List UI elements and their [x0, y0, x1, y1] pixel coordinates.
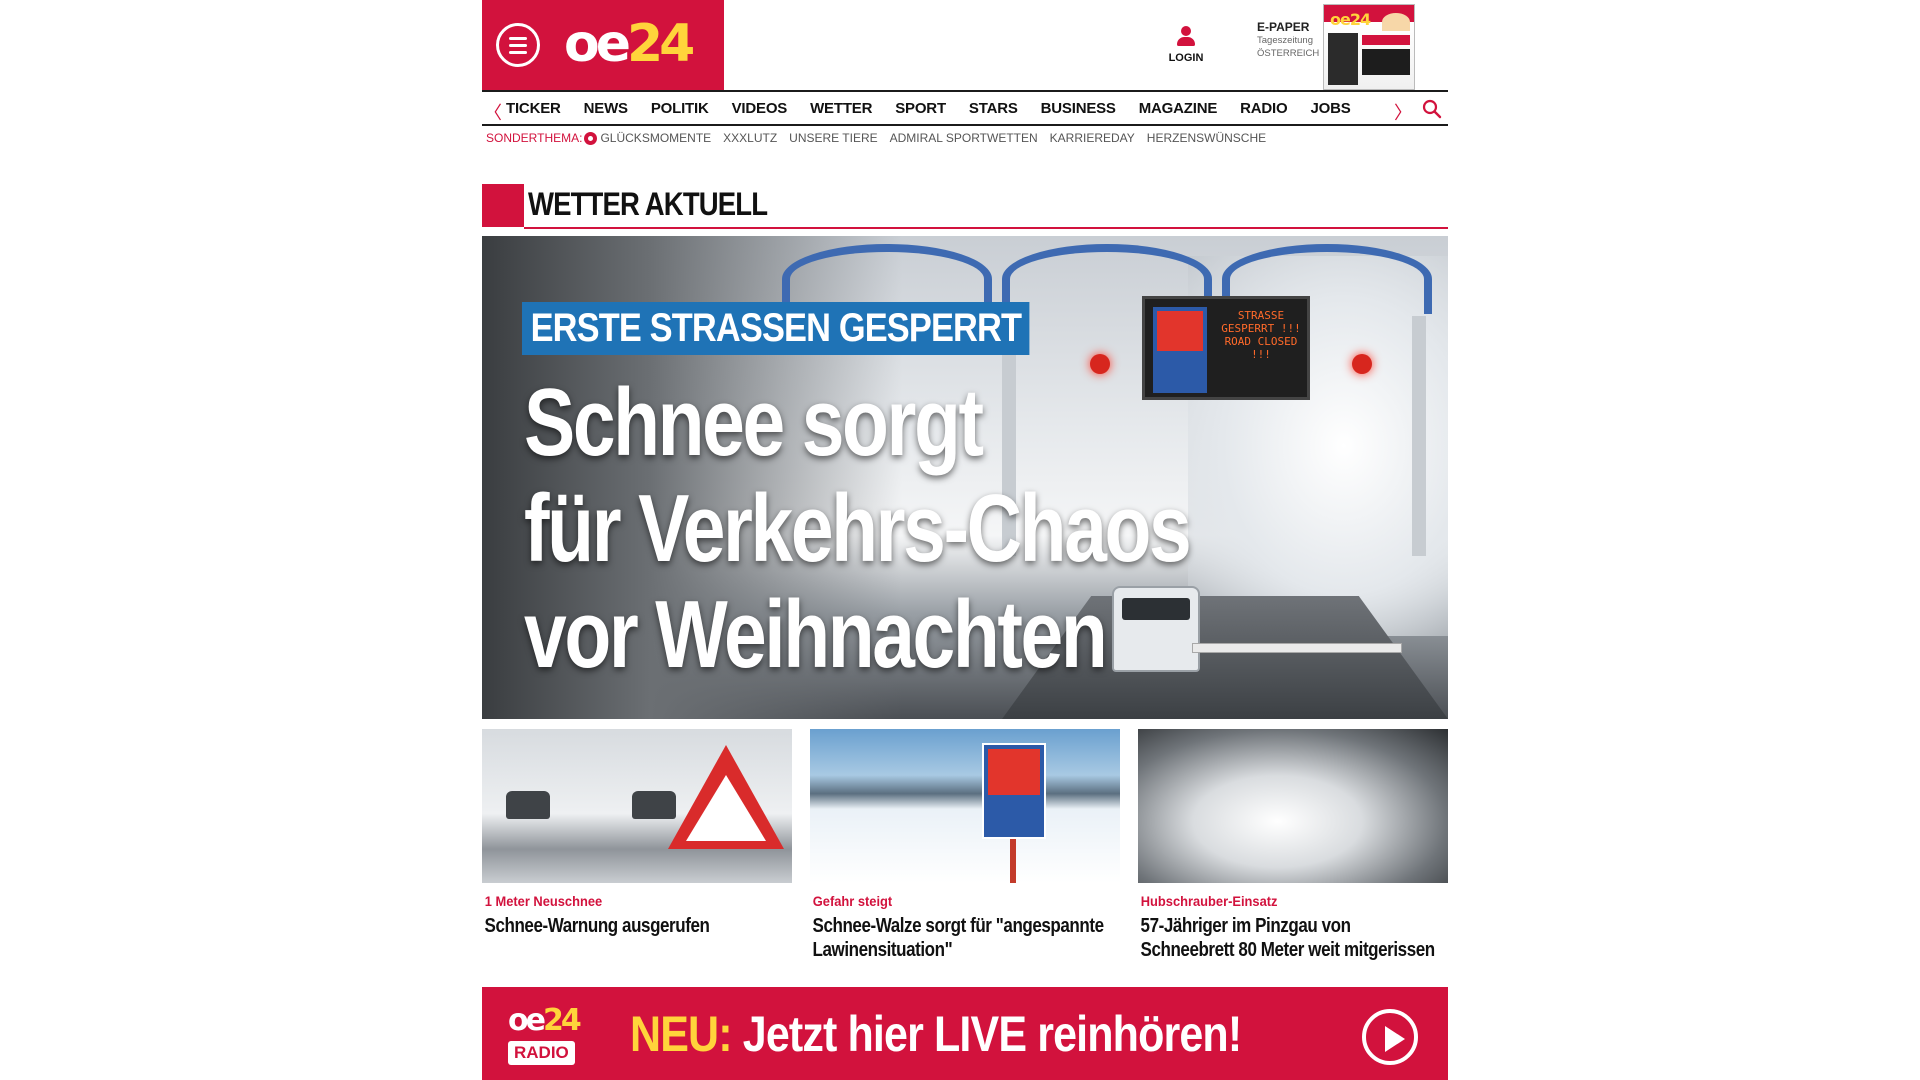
search-icon[interactable]: [1422, 99, 1442, 119]
nav-item-stars[interactable]: STARS: [969, 100, 1018, 117]
avalanche-warning-sign-icon: [982, 743, 1046, 839]
user-icon: [1176, 26, 1196, 48]
section-title[interactable]: WETTER AKTUELL: [528, 186, 768, 223]
radio-logo-oe: oe: [508, 1003, 546, 1038]
nav-item-ticker[interactable]: TICKER: [506, 100, 561, 117]
hero-image-barrier: [1192, 643, 1402, 653]
nav-item-business[interactable]: BUSINESS: [1041, 100, 1116, 117]
nav-item-magazine[interactable]: MAGAZINE: [1139, 100, 1218, 117]
teaser-title[interactable]: 57-Jähriger im Pinzgau von Schneebrett 8…: [1138, 914, 1444, 962]
special-topics-bar: SONDERTHEMA: GLÜCKSMOMENTE XXXLUTZ UNSER…: [482, 128, 1448, 148]
radio-banner[interactable]: oe24 RADIO NEU: Jetzt hier LIVE reinhöre…: [482, 987, 1448, 1080]
special-topic-label: SONDERTHEMA:: [486, 131, 583, 145]
epaper-link[interactable]: E-PAPER Tageszeitung ÖSTERREICH: [1257, 20, 1327, 60]
epaper-subtitle: Tageszeitung: [1257, 35, 1313, 46]
page: oe24 LOGIN E-PAPER Tageszeitung ÖSTERREI…: [482, 0, 1448, 1080]
epaper-title: E-PAPER: [1257, 20, 1310, 34]
special-topic-herzenswuensche[interactable]: HERZENSWÜNSCHE: [1147, 131, 1266, 145]
special-topic-gluecksmomente[interactable]: GLÜCKSMOMENTE: [600, 131, 711, 145]
epaper-cover-thumbnail[interactable]: oe24: [1323, 4, 1415, 90]
hero-kicker[interactable]: ERSTE STRASSEN GESPERRT: [522, 302, 1030, 355]
teaser-card[interactable]: Gefahr steigt Schnee-Walze sorgt für "an…: [810, 729, 1120, 962]
nav-scroll-right-icon[interactable]: 〉: [1394, 99, 1412, 125]
hero-headline-line: Schnee sorgt: [524, 369, 984, 476]
site-logo[interactable]: oe24: [564, 14, 695, 74]
nav-item-news[interactable]: NEWS: [584, 100, 628, 117]
special-topic-unsere-tiere[interactable]: UNSERE TIERE: [789, 131, 877, 145]
teaser-row: 1 Meter Neuschnee Schnee-Warnung ausgeru…: [482, 729, 1448, 964]
red-traffic-light-icon: [1352, 354, 1372, 374]
teaser-kicker: Gefahr steigt: [812, 893, 893, 909]
section-accent-bar: [482, 184, 524, 227]
teaser-card[interactable]: Hubschrauber-Einsatz 57-Jähriger im Pinz…: [1138, 729, 1448, 962]
section-header: WETTER AKTUELL: [482, 184, 1448, 229]
teaser-card[interactable]: 1 Meter Neuschnee Schnee-Warnung ausgeru…: [482, 729, 792, 938]
site-header: oe24 LOGIN E-PAPER Tageszeitung ÖSTERREI…: [482, 0, 1448, 145]
radio-logo-24: 24: [542, 1003, 582, 1038]
road-closed-sign-text: STRASSE GESPERRT !!! ROAD CLOSED !!!: [1221, 309, 1301, 361]
gantry-post: [1412, 316, 1426, 556]
main-navigation: 〈 TICKER NEWS POLITIK VIDEOS WETTER SPOR…: [482, 90, 1448, 126]
play-icon[interactable]: [1362, 1009, 1418, 1065]
teaser-title[interactable]: Schnee-Walze sorgt für "angespannte Lawi…: [810, 914, 1116, 962]
warning-sign-icon: [668, 745, 784, 849]
teaser-kicker: Hubschrauber-Einsatz: [1140, 893, 1278, 909]
login-button[interactable]: LOGIN: [1164, 26, 1208, 64]
logo-24: 24: [627, 14, 695, 74]
nav-list: TICKER NEWS POLITIK VIDEOS WETTER SPORT …: [506, 100, 1374, 117]
nav-item-radio[interactable]: RADIO: [1240, 100, 1288, 117]
radio-claim: NEU: Jetzt hier LIVE reinhören!: [630, 1005, 1242, 1063]
radio-logo: oe24 RADIO: [508, 1005, 604, 1071]
teaser-kicker: 1 Meter Neuschnee: [484, 893, 603, 909]
menu-icon[interactable]: [496, 23, 540, 67]
logo-area: oe24: [482, 0, 724, 90]
epaper-region: ÖSTERREICH: [1257, 48, 1320, 59]
hero-headline-line: vor Weihnachten: [524, 581, 1108, 688]
nav-item-videos[interactable]: VIDEOS: [732, 100, 788, 117]
nav-item-jobs[interactable]: JOBS: [1311, 100, 1351, 117]
nav-item-sport[interactable]: SPORT: [895, 100, 946, 117]
nav-scroll-left-icon[interactable]: 〈: [484, 99, 502, 125]
clover-icon: [584, 131, 598, 145]
nav-item-wetter[interactable]: WETTER: [810, 100, 872, 117]
section-underline: [524, 227, 1448, 229]
epaper-mini-logo: oe24: [1330, 10, 1371, 29]
road-closed-sign: STRASSE GESPERRT !!! ROAD CLOSED !!!: [1142, 296, 1310, 400]
hero-headline-line: für Verkehrs-Chaos: [524, 475, 1192, 582]
radio-new-label: NEU:: [630, 1006, 733, 1062]
teaser-image-snow-warning[interactable]: [482, 729, 792, 883]
special-topic-karriereday[interactable]: KARRIEREDAY: [1050, 131, 1135, 145]
radio-logo-label: RADIO: [508, 1041, 575, 1065]
nav-item-politik[interactable]: POLITIK: [651, 100, 709, 117]
special-topic-xxxlutz[interactable]: XXXLUTZ: [723, 131, 777, 145]
hero-headline[interactable]: Schnee sorgt für Verkehrs-Chaos vor Weih…: [524, 369, 1192, 688]
logo-oe: oe: [564, 14, 631, 74]
teaser-image-avalanche[interactable]: [1138, 729, 1448, 883]
hero-article[interactable]: STRASSE GESPERRT !!! ROAD CLOSED !!! ERS…: [482, 236, 1448, 719]
login-label: LOGIN: [1168, 52, 1204, 64]
teaser-title[interactable]: Schnee-Warnung ausgerufen: [482, 914, 788, 938]
special-topic-admiral-sportwetten[interactable]: ADMIRAL SPORTWETTEN: [890, 131, 1038, 145]
radio-claim-text: Jetzt hier LIVE reinhören!: [742, 1006, 1242, 1062]
teaser-image-avalanche-sign[interactable]: [810, 729, 1120, 883]
